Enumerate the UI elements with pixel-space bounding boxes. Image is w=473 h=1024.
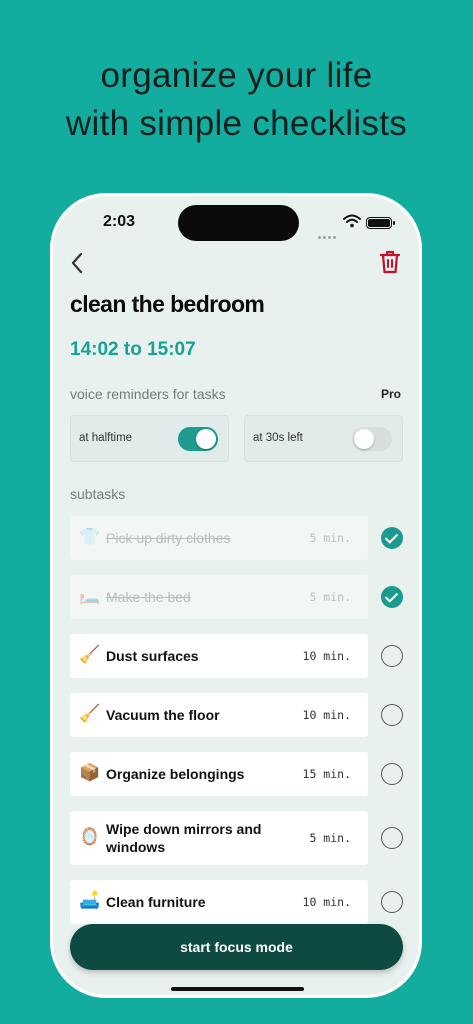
subtask-duration: 10 min. <box>302 708 351 722</box>
subtask-row[interactable]: 🧹 Vacuum the floor 10 min. <box>70 693 368 737</box>
subtask-row[interactable]: 🧹 Dust surfaces 10 min. <box>70 634 368 678</box>
subtask-name: Organize belongings <box>106 766 245 782</box>
headline-line-2: with simple checklists <box>65 104 408 143</box>
checklist-title[interactable]: clean the bedroom <box>70 291 265 318</box>
back-chevron-icon[interactable] <box>68 251 88 275</box>
time-range[interactable]: 14:02 to 15:07 <box>70 339 196 361</box>
start-focus-mode-button[interactable]: start focus mode <box>70 924 403 970</box>
package-icon: 📦 <box>79 763 101 783</box>
pro-badge: Pro <box>380 387 401 401</box>
subtask-checkbox[interactable] <box>381 763 403 785</box>
subtask-checkbox-checked[interactable] <box>381 586 403 608</box>
subtask-name: Clean furniture <box>106 894 206 910</box>
mirror-icon: 🪞 <box>79 827 101 847</box>
subtasks-label: subtasks <box>70 486 126 502</box>
halftime-reminder-label: at halftime <box>79 432 133 444</box>
shirt-icon: 👕 <box>79 527 101 547</box>
subtask-duration: 5 min. <box>309 831 351 845</box>
subtask-row[interactable]: 📦 Organize belongings 15 min. <box>70 752 368 796</box>
subtask-row[interactable]: 🛏️ Make the bed 5 min. <box>70 575 368 619</box>
wifi-icon <box>343 214 361 228</box>
subtask-checkbox[interactable] <box>381 827 403 849</box>
subtask-duration: 5 min. <box>309 590 351 604</box>
subtask-name: Make the bed <box>106 589 191 605</box>
home-indicator <box>171 987 304 991</box>
30s-left-toggle[interactable] <box>352 427 392 451</box>
subtask-duration: 15 min. <box>302 767 351 781</box>
subtask-checkbox-checked[interactable] <box>381 527 403 549</box>
subtask-duration: 10 min. <box>302 649 351 663</box>
promo-headline: organize your life with simple checklist… <box>0 52 473 148</box>
subtask-row[interactable]: 👕 Pick up dirty clothes 5 min. <box>70 516 368 560</box>
phone-frame: 2:03 clean the bedroom 14:02 to 15:07 vo… <box>50 193 422 998</box>
signal-icon <box>318 224 340 239</box>
app-screen: 2:03 clean the bedroom 14:02 to 15:07 vo… <box>53 196 419 995</box>
subtask-name: Dust surfaces <box>106 648 199 664</box>
subtask-name: Pick up dirty clothes <box>106 530 231 546</box>
30s-left-reminder-label: at 30s left <box>253 432 303 444</box>
broom-icon: 🧹 <box>79 645 101 665</box>
halftime-reminder-card[interactable]: at halftime <box>70 415 229 462</box>
subtask-duration: 10 min. <box>302 895 351 909</box>
dynamic-island <box>178 205 299 241</box>
30s-left-reminder-card[interactable]: at 30s left <box>244 415 403 462</box>
subtask-name: Wipe down mirrors and windows <box>106 821 262 855</box>
subtask-checkbox[interactable] <box>381 891 403 913</box>
subtask-name: Vacuum the floor <box>106 707 220 723</box>
status-time: 2:03 <box>103 213 136 230</box>
couch-icon: 🛋️ <box>79 891 101 911</box>
voice-reminders-label: voice reminders for tasks <box>70 386 226 402</box>
headline-line-1: organize your life <box>100 56 373 95</box>
subtask-duration: 5 min. <box>309 531 351 545</box>
subtask-row[interactable]: 🪞 Wipe down mirrors and windows 5 min. <box>70 811 368 865</box>
bed-icon: 🛏️ <box>79 586 101 606</box>
battery-icon <box>366 217 395 229</box>
subtask-checkbox[interactable] <box>381 704 403 726</box>
trash-icon[interactable] <box>378 249 402 275</box>
halftime-toggle[interactable] <box>178 427 218 451</box>
broom-icon: 🧹 <box>79 704 101 724</box>
subtask-row[interactable]: 🛋️ Clean furniture 10 min. <box>70 880 368 924</box>
subtask-checkbox[interactable] <box>381 645 403 667</box>
